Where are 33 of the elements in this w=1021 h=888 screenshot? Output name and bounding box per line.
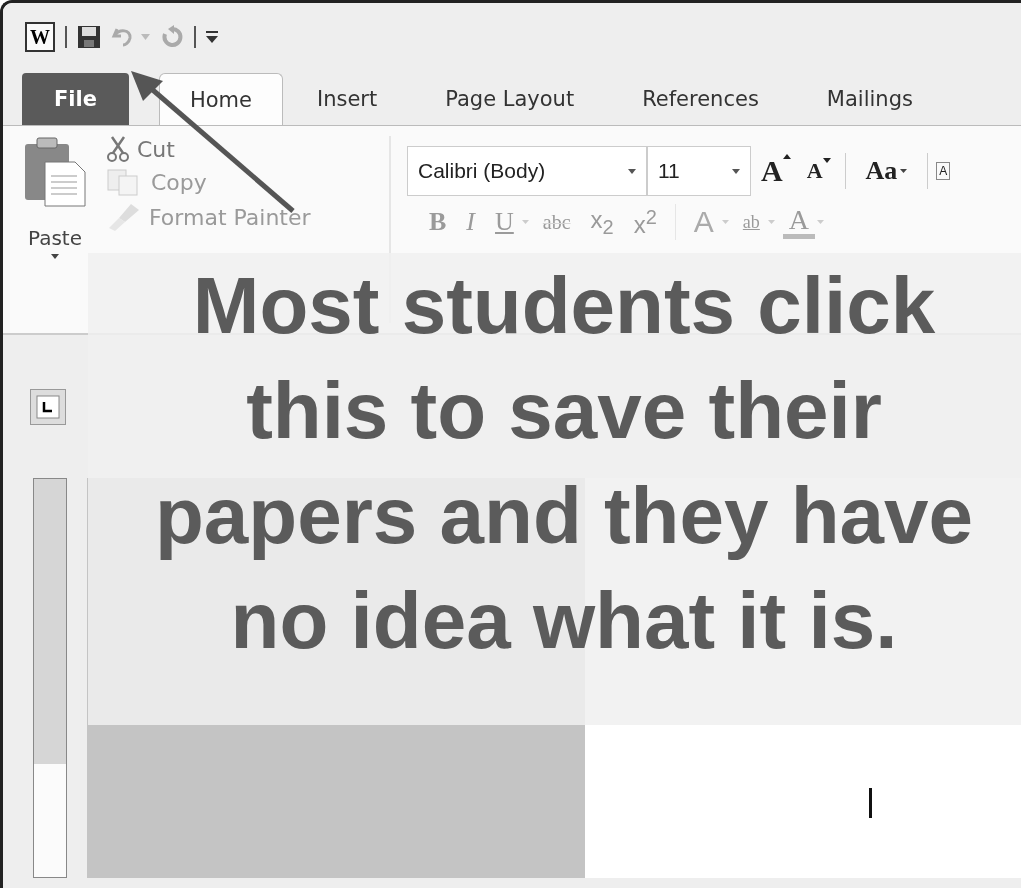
ribbon-tab[interactable]: Page Layout <box>411 73 609 125</box>
scissors-icon <box>107 136 129 162</box>
ribbon-tab[interactable]: Home <box>159 73 283 125</box>
font-size-field[interactable]: 11 <box>647 146 751 196</box>
text-cursor <box>869 788 872 818</box>
caret-icon <box>767 220 775 224</box>
caret-icon <box>521 220 529 224</box>
caret-icon <box>51 254 59 259</box>
dropdown-icon <box>732 168 740 174</box>
save-icon[interactable] <box>77 24 101 49</box>
ribbon-tab[interactable]: References <box>608 73 793 125</box>
ribbon-tab[interactable]: Insert <box>283 73 412 125</box>
font-tool-button[interactable]: A <box>755 154 797 188</box>
ribbon-tab[interactable]: File <box>22 73 129 125</box>
font-name-field[interactable]: Calibri (Body) <box>407 146 647 196</box>
paste-button[interactable]: Paste <box>23 136 87 333</box>
app-logo[interactable]: W <box>25 21 55 52</box>
customize-icon[interactable] <box>206 30 218 43</box>
ribbon-tab[interactable]: Mailings <box>792 73 947 125</box>
tab-stop-icon[interactable] <box>30 388 66 425</box>
font-tool-button[interactable]: A <box>936 162 951 180</box>
font-tool-button[interactable]: Aa <box>853 156 920 186</box>
annotation-text: Most students click this to save their papers and they have no idea what it is. <box>153 260 975 667</box>
brush-icon <box>107 202 141 232</box>
caret-icon <box>782 154 791 159</box>
dropdown-icon <box>628 168 636 174</box>
caret-icon <box>721 220 729 224</box>
cut-button[interactable]: Cut <box>107 136 311 162</box>
caret-icon <box>822 158 831 163</box>
font-tool-button[interactable]: A <box>800 158 837 184</box>
caret-icon <box>900 169 908 173</box>
clipboard-icon <box>23 136 87 208</box>
caret-icon <box>817 220 825 224</box>
